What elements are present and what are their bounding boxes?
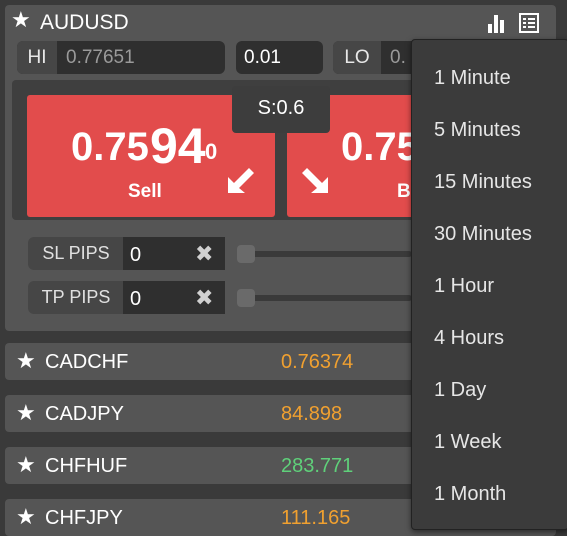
favorite-star-icon[interactable]: ★ <box>16 504 36 530</box>
tp-pips-value: 0 <box>130 288 142 310</box>
sell-price-main: 0.75 <box>71 125 149 169</box>
sell-price-small: 0 <box>205 139 218 164</box>
tp-slider-handle[interactable] <box>237 289 255 307</box>
list-icon[interactable] <box>518 12 540 34</box>
watchlist-symbol: CADJPY <box>45 403 124 425</box>
sell-price-big: 94 <box>150 118 206 174</box>
menu-item-timeframe[interactable]: 5 Minutes <box>434 117 521 143</box>
tp-slider-track[interactable] <box>240 295 412 301</box>
hi-value: 0.77651 <box>66 47 135 68</box>
watchlist-rate: 283.771 <box>281 455 354 477</box>
watchlist-rate: 84.898 <box>281 403 343 425</box>
favorite-star-icon[interactable]: ★ <box>16 400 36 426</box>
buy-label: B <box>397 181 411 202</box>
menu-item-timeframe[interactable]: 1 Week <box>434 429 501 455</box>
timeframe-dropdown-menu: 1 Minute 5 Minutes 15 Minutes 30 Minutes 1 H… <box>411 39 567 530</box>
favorite-star-icon[interactable]: ★ <box>16 348 36 374</box>
sl-clear-icon[interactable]: ✖ <box>195 237 213 270</box>
tp-clear-icon[interactable]: ✖ <box>195 281 213 314</box>
favorite-star-icon[interactable]: ★ <box>11 8 31 32</box>
menu-item-timeframe[interactable]: 1 Day <box>434 377 486 403</box>
sl-slider-track[interactable] <box>240 251 412 257</box>
lo-value: 0. <box>390 47 406 68</box>
menu-item-timeframe[interactable]: 15 Minutes <box>434 169 532 195</box>
bar-chart-icon[interactable] <box>486 12 508 34</box>
tp-pips-label: TP PIPS <box>28 281 124 314</box>
watchlist-symbol: CHFJPY <box>45 507 123 529</box>
sl-pips-label: SL PIPS <box>28 237 124 270</box>
menu-item-timeframe[interactable]: 1 Minute <box>434 65 511 91</box>
sl-slider-handle[interactable] <box>237 245 255 263</box>
menu-item-timeframe[interactable]: 30 Minutes <box>434 221 532 247</box>
hi-label: HI <box>17 41 57 74</box>
lot-size-value: 0.01 <box>244 47 281 68</box>
menu-item-timeframe[interactable]: 1 Month <box>434 481 506 507</box>
lo-label: LO <box>333 41 381 74</box>
arrow-down-right-icon <box>302 168 328 193</box>
watchlist-rate: 111.165 <box>281 507 351 529</box>
watchlist-symbol: CADCHF <box>45 351 129 373</box>
arrow-down-left-icon <box>228 168 254 193</box>
sell-label: Sell <box>128 181 162 202</box>
menu-item-timeframe[interactable]: 1 Hour <box>434 273 494 299</box>
sl-pips-value: 0 <box>130 244 142 266</box>
menu-item-timeframe[interactable]: 4 Hours <box>434 325 504 351</box>
buy-price-main: 0.75 <box>341 125 419 169</box>
watchlist-symbol: CHFHUF <box>45 455 128 477</box>
instrument-symbol: AUDUSD <box>40 11 129 34</box>
watchlist-rate: 0.76374 <box>281 351 354 373</box>
spread-indicator: S:0.6 <box>232 86 330 133</box>
favorite-star-icon[interactable]: ★ <box>16 452 36 478</box>
